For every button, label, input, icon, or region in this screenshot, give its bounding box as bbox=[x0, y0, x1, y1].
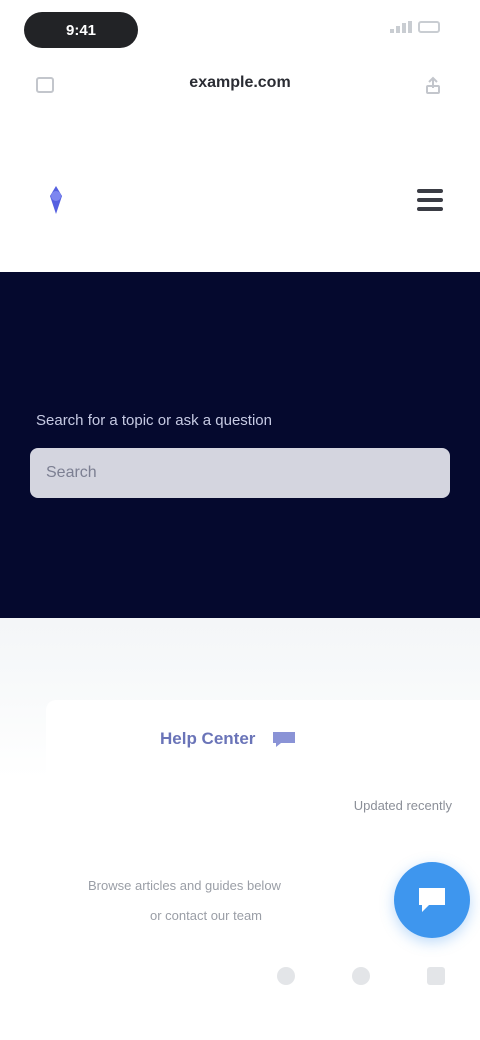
meta-text: Updated recently bbox=[353, 798, 452, 813]
linkedin-icon[interactable] bbox=[416, 956, 456, 996]
status-time: 9:41 bbox=[24, 12, 138, 48]
hamburger-menu-icon[interactable] bbox=[406, 176, 454, 224]
brand-row: Help Center bbox=[160, 728, 299, 750]
share-icon[interactable] bbox=[420, 72, 446, 98]
logo-icon[interactable] bbox=[34, 178, 78, 222]
description-line-1: Browse articles and guides below bbox=[88, 878, 281, 893]
search-input[interactable] bbox=[30, 448, 450, 498]
social-links bbox=[266, 956, 456, 996]
facebook-icon[interactable] bbox=[266, 956, 306, 996]
mobile-screen: 9:41 example.com Search for a topic or a… bbox=[0, 0, 480, 1040]
description-line-2: or contact our team bbox=[150, 908, 262, 923]
hero-subtitle: Search for a topic or ask a question bbox=[36, 412, 272, 429]
twitter-icon[interactable] bbox=[341, 956, 381, 996]
site-header bbox=[0, 150, 480, 250]
brand-icon bbox=[269, 728, 299, 750]
chat-button[interactable] bbox=[394, 862, 470, 938]
browser-bar: example.com bbox=[0, 60, 480, 110]
brand-name: Help Center bbox=[160, 729, 256, 748]
hero-section: Search for a topic or ask a question bbox=[0, 272, 480, 618]
url-bar[interactable]: example.com bbox=[150, 74, 330, 96]
battery-icon bbox=[418, 21, 440, 33]
status-icons bbox=[390, 21, 440, 33]
signal-icon bbox=[390, 21, 412, 33]
chat-icon bbox=[419, 888, 445, 912]
tabs-icon[interactable] bbox=[32, 72, 58, 98]
status-bar: 9:41 bbox=[0, 0, 480, 60]
